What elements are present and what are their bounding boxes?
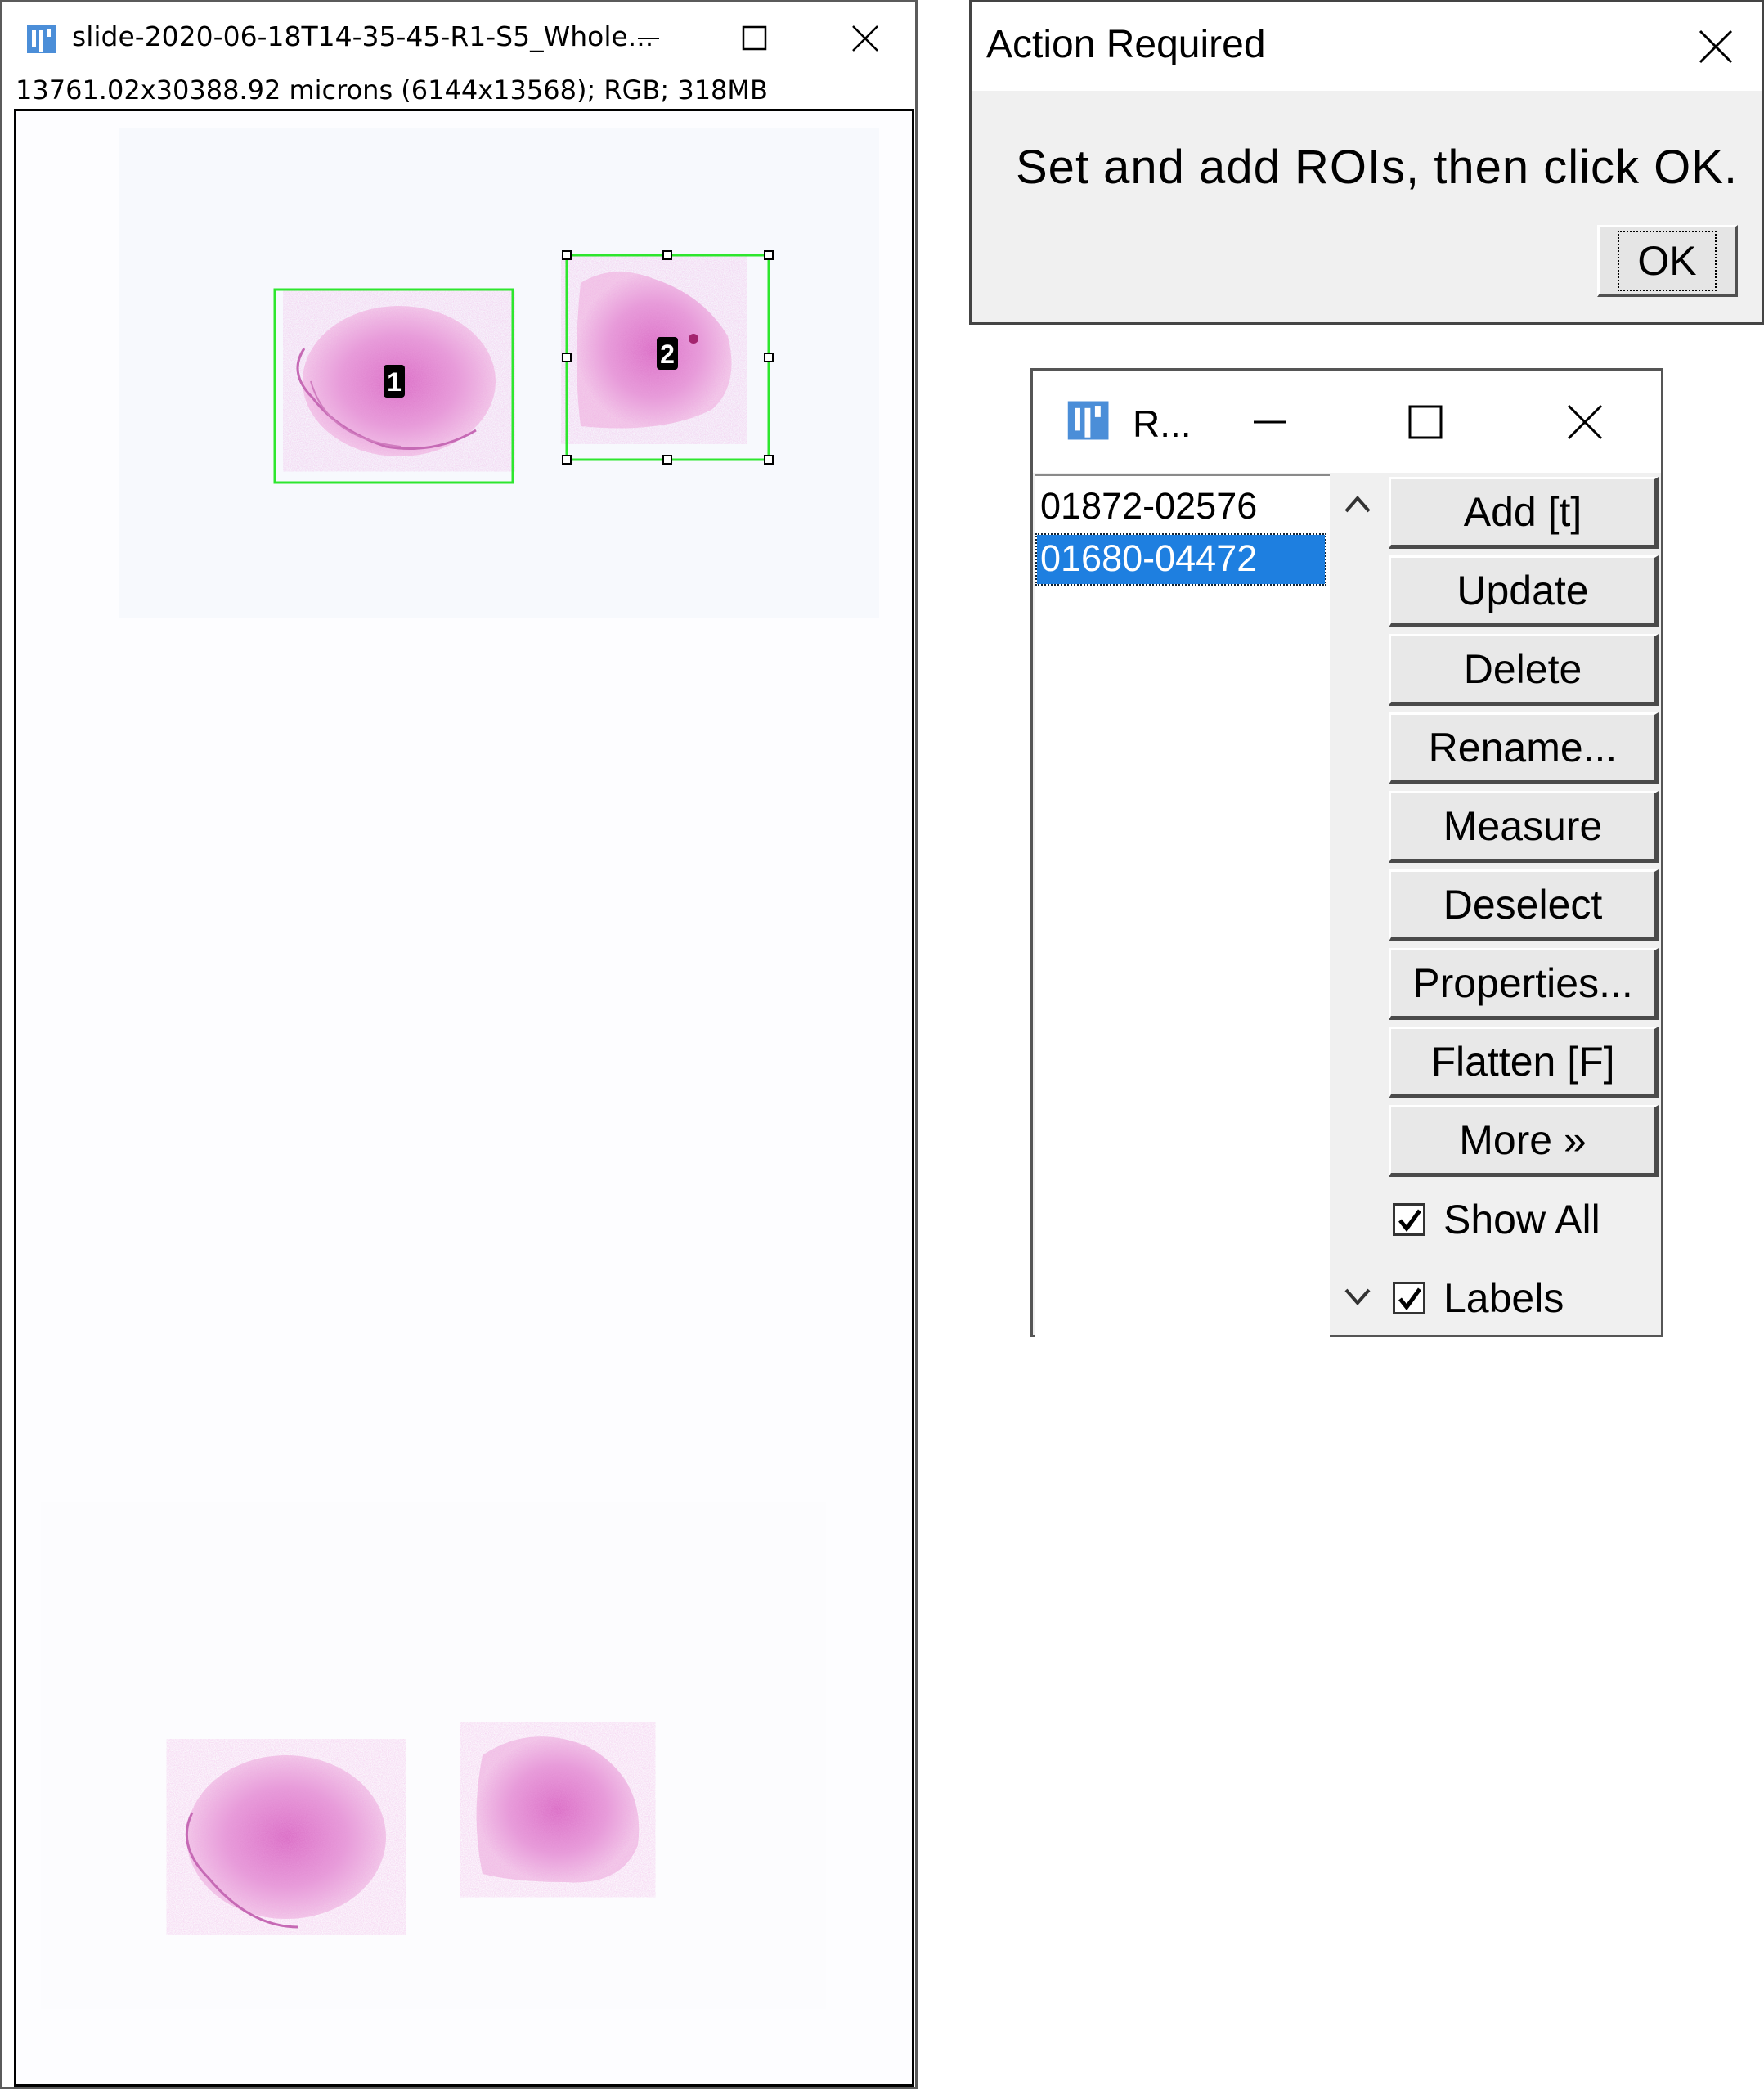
dialog-title: Action Required bbox=[986, 23, 1266, 66]
image-info: 13761.02x30388.92 microns (6144x13568); … bbox=[16, 74, 768, 106]
ok-button[interactable]: OK bbox=[1597, 225, 1738, 297]
roi-list-item[interactable]: 01872-02576 bbox=[1037, 483, 1325, 532]
labels-checkbox[interactable]: Labels bbox=[1393, 1265, 1564, 1331]
minimize-icon bbox=[638, 38, 659, 39]
scroll-up-icon[interactable] bbox=[1343, 492, 1372, 516]
image-canvas[interactable]: 1 2 bbox=[14, 109, 914, 2087]
properties-button[interactable]: Properties... bbox=[1389, 948, 1659, 1020]
checkbox-checked-icon[interactable] bbox=[1393, 1203, 1425, 1236]
action-required-dialog: Action Required Set and add ROIs, then c… bbox=[969, 0, 1764, 325]
roi-label-1: 1 bbox=[387, 367, 402, 397]
scroll-down-icon[interactable] bbox=[1343, 1283, 1372, 1308]
maximize-button[interactable] bbox=[1385, 371, 1466, 473]
close-icon bbox=[1567, 404, 1603, 439]
image-window: slide-2020-06-18T14-35-45-R1-S5_Whole...… bbox=[0, 0, 918, 2089]
delete-button[interactable]: Delete bbox=[1389, 634, 1659, 706]
minimize-button[interactable] bbox=[616, 2, 681, 74]
maximize-icon bbox=[742, 25, 767, 51]
maximize-icon bbox=[1408, 405, 1443, 438]
roi-titlebar: R... bbox=[1033, 371, 1661, 473]
minimize-icon bbox=[1254, 420, 1286, 423]
rename-button[interactable]: Rename... bbox=[1389, 712, 1659, 784]
labels-label: Labels bbox=[1443, 1275, 1564, 1321]
show-all-checkbox[interactable]: Show All bbox=[1393, 1187, 1600, 1252]
window-title: slide-2020-06-18T14-35-45-R1-S5_Whole... bbox=[72, 20, 654, 52]
checkbox-checked-icon[interactable] bbox=[1393, 1282, 1425, 1314]
slide-image: 1 2 bbox=[41, 128, 879, 2009]
flatten-button[interactable]: Flatten [F] bbox=[1389, 1027, 1659, 1098]
roi-window-title: R... bbox=[1133, 402, 1192, 445]
update-button[interactable]: Update bbox=[1389, 555, 1659, 627]
dialog-close-button[interactable] bbox=[1675, 2, 1757, 91]
minimize-button[interactable] bbox=[1229, 371, 1311, 473]
ok-label: OK bbox=[1618, 230, 1717, 291]
roi-manager-window: R... 01872-02576 01680-04472 Add [t] Upd… bbox=[1030, 368, 1663, 1337]
roi-label-2: 2 bbox=[660, 339, 675, 369]
close-button[interactable] bbox=[828, 2, 902, 74]
imagej-icon bbox=[27, 25, 56, 53]
show-all-label: Show All bbox=[1443, 1197, 1600, 1242]
deselect-button[interactable]: Deselect bbox=[1389, 869, 1659, 941]
dialog-message: Set and add ROIs, then click OK. bbox=[1016, 141, 1739, 194]
maximize-button[interactable] bbox=[722, 2, 788, 74]
dialog-titlebar: Action Required bbox=[972, 2, 1762, 91]
close-button[interactable] bbox=[1540, 371, 1630, 473]
roi-list-item-selected[interactable]: 01680-04472 bbox=[1035, 533, 1326, 586]
add-button[interactable]: Add [t] bbox=[1389, 477, 1659, 549]
close-icon bbox=[852, 25, 878, 52]
imagej-icon bbox=[1067, 401, 1109, 440]
more-button[interactable]: More » bbox=[1389, 1105, 1659, 1177]
close-icon bbox=[1699, 29, 1733, 64]
list-scrollbar[interactable] bbox=[1330, 474, 1385, 1334]
roi-list[interactable]: 01872-02576 01680-04472 bbox=[1035, 474, 1330, 1337]
measure-button[interactable]: Measure bbox=[1389, 791, 1659, 863]
